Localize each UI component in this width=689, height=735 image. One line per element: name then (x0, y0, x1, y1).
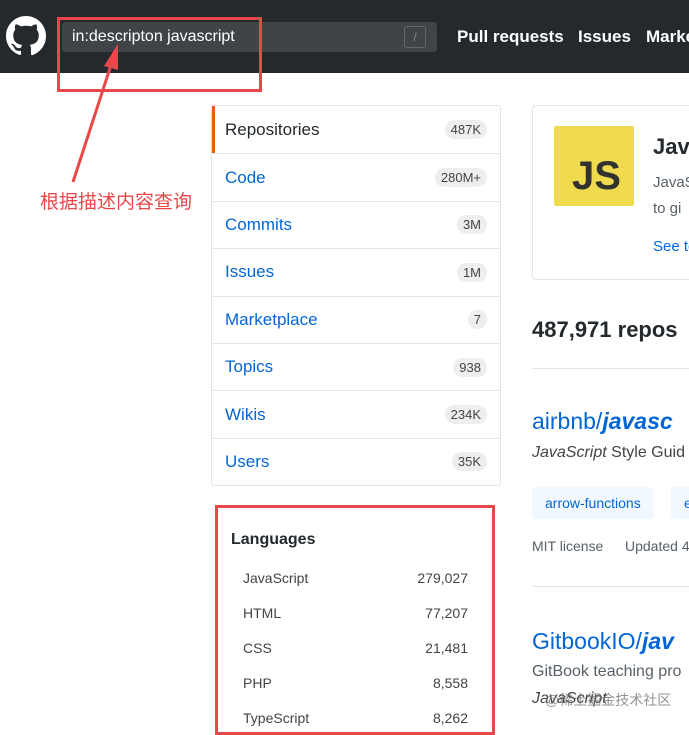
annotation-label: 根据描述内容查询 (40, 192, 193, 213)
annotation-arrow-icon (71, 44, 118, 183)
